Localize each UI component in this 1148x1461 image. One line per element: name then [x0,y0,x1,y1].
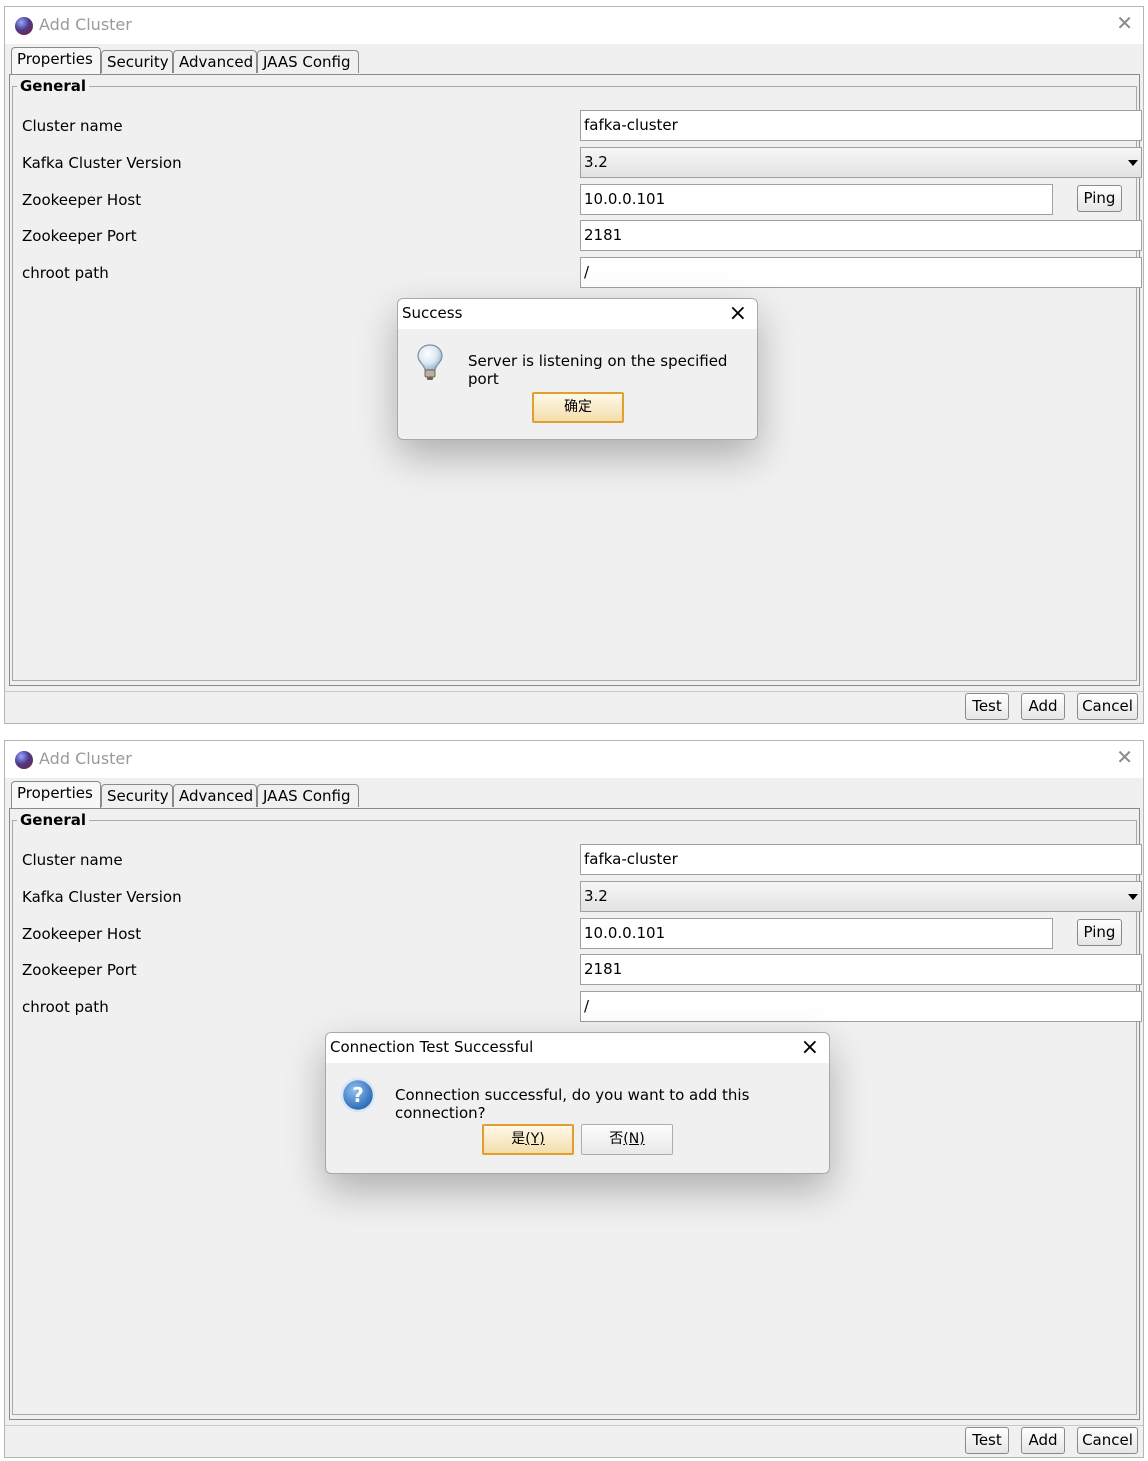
chroot-path-label: chroot path [22,264,109,282]
title-bar: Add Cluster ✕ [5,741,1143,778]
zookeeper-host-label: Zookeeper Host [22,191,142,209]
tab-jaas-config[interactable]: JAAS Config [257,784,359,807]
no-label: 否 [609,1131,624,1147]
dialog-message: Server is listening on the specified por… [468,352,728,388]
footer-divider [5,691,1143,692]
tab-properties[interactable]: Properties [11,781,101,808]
group-title: General [17,77,89,95]
window-title: Add Cluster [39,749,132,768]
zookeeper-port-label: Zookeeper Port [22,227,137,245]
close-icon[interactable]: ✕ [1116,13,1133,33]
tab-advanced[interactable]: Advanced [173,784,257,807]
version-value: 3.2 [584,153,608,171]
yes-button[interactable]: 是(Y) [482,1124,574,1155]
version-value: 3.2 [584,887,608,905]
ping-button[interactable]: Ping [1077,919,1122,946]
dialog-message: Connection successful, do you want to ad… [395,1086,750,1122]
tab-jaas-config[interactable]: JAAS Config [257,50,359,73]
add-button[interactable]: Add [1021,693,1065,720]
success-dialog: Success × Server is listening on the spe… [397,298,758,440]
ok-button[interactable]: 确定 [532,392,624,423]
chevron-down-icon [1128,894,1138,900]
chroot-path-label: chroot path [22,998,109,1016]
window-title: Add Cluster [39,15,132,34]
cancel-button[interactable]: Cancel [1077,1427,1138,1454]
test-button[interactable]: Test [965,693,1009,720]
dialog-title-bar: Connection Test Successful × [326,1033,829,1063]
add-cluster-window: Add Cluster ✕ Properties Security Advanc… [4,740,1144,1458]
tab-security[interactable]: Security [101,784,173,807]
zookeeper-host-input[interactable]: 10.0.0.101 [580,184,1053,215]
tab-security[interactable]: Security [101,50,173,73]
version-label: Kafka Cluster Version [22,888,182,906]
svg-text:?: ? [352,1083,364,1107]
chroot-path-input[interactable]: / [580,991,1142,1022]
close-icon[interactable]: × [801,1035,819,1060]
tab-advanced[interactable]: Advanced [173,50,257,73]
lightbulb-icon [417,344,443,380]
zookeeper-host-input[interactable]: 10.0.0.101 [580,918,1053,949]
zookeeper-port-label: Zookeeper Port [22,961,137,979]
dialog-title: Connection Test Successful [330,1038,534,1056]
tab-properties[interactable]: Properties [11,47,101,74]
yes-mnemonic: (Y) [525,1131,545,1147]
test-button[interactable]: Test [965,1427,1009,1454]
close-icon[interactable]: × [729,301,747,326]
title-bar: Add Cluster ✕ [5,7,1143,44]
close-icon[interactable]: ✕ [1116,747,1133,767]
zookeeper-host-label: Zookeeper Host [22,925,142,943]
cancel-button[interactable]: Cancel [1077,693,1138,720]
version-label: Kafka Cluster Version [22,154,182,172]
zookeeper-port-input[interactable]: 2181 [580,954,1142,985]
add-cluster-window: Add Cluster ✕ Properties Security Advanc… [4,6,1144,724]
version-select[interactable]: 3.2 [580,147,1142,178]
version-select[interactable]: 3.2 [580,881,1142,912]
chevron-down-icon [1128,160,1138,166]
question-icon: ? [340,1077,376,1113]
app-icon [15,751,33,769]
cluster-name-input[interactable]: fafka-cluster [580,110,1142,141]
dialog-title-bar: Success × [398,299,757,329]
no-mnemonic: (N) [623,1131,645,1147]
yes-label: 是 [511,1131,526,1147]
add-button[interactable]: Add [1021,1427,1065,1454]
connection-test-dialog: Connection Test Successful × ? Connectio… [325,1032,830,1174]
footer-divider [5,1425,1143,1426]
app-icon [15,17,33,35]
cluster-name-label: Cluster name [22,117,123,135]
cluster-name-input[interactable]: fafka-cluster [580,844,1142,875]
zookeeper-port-input[interactable]: 2181 [580,220,1142,251]
dialog-title: Success [402,304,463,322]
group-title: General [17,811,89,829]
ping-button[interactable]: Ping [1077,185,1122,212]
cluster-name-label: Cluster name [22,851,123,869]
no-button[interactable]: 否(N) [581,1124,673,1155]
chroot-path-input[interactable]: / [580,257,1142,288]
